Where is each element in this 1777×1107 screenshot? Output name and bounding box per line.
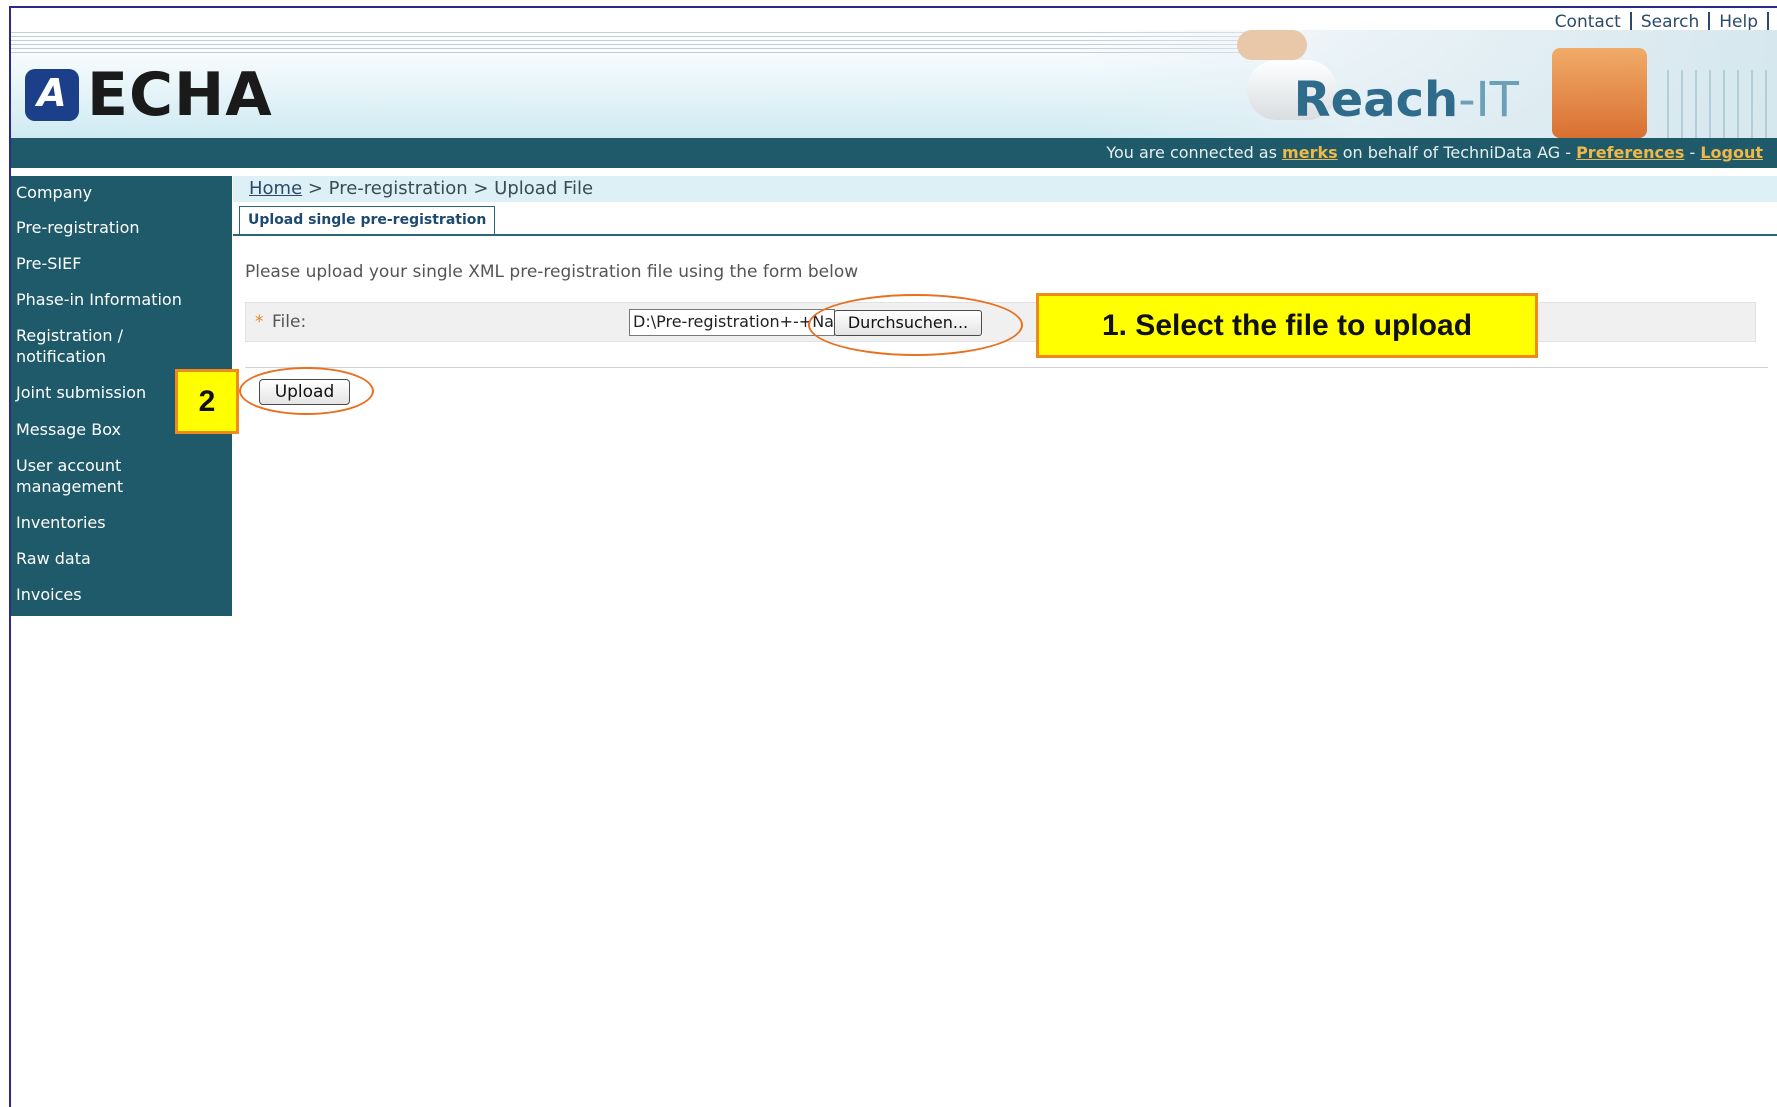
flask-image <box>1552 48 1647 138</box>
sidebar-item-inventories[interactable]: Inventories <box>11 512 106 533</box>
preferences-link[interactable]: Preferences <box>1576 143 1684 162</box>
highlight-oval-upload <box>239 367 374 415</box>
connection-prefix: You are connected as <box>1106 143 1277 162</box>
file-path-input[interactable]: D:\Pre-registration+-+Na <box>629 309 835 336</box>
required-marker: * <box>255 312 264 332</box>
sidebar-item-invoices[interactable]: Invoices <box>11 584 82 605</box>
sidebar-item-pre-sief[interactable]: Pre-SIEF <box>11 253 81 274</box>
banner-stripes <box>11 32 1261 56</box>
logout-link[interactable]: Logout <box>1700 143 1763 162</box>
contact-link[interactable]: Contact <box>1555 12 1621 32</box>
divider <box>1767 12 1769 30</box>
echa-emblem-icon: A <box>25 69 79 121</box>
connection-dash: - <box>1689 143 1696 162</box>
circuit-image <box>1667 70 1777 138</box>
sidebar-item-user-account-management[interactable]: User account management <box>11 455 123 497</box>
sidebar-item-message-box[interactable]: Message Box <box>11 419 121 440</box>
sidebar-item-raw-data[interactable]: Raw data <box>11 548 91 569</box>
hand-image <box>1237 30 1307 60</box>
sidebar-item-registration-notification[interactable]: Registration / notification <box>11 325 123 367</box>
user-link[interactable]: merks <box>1282 143 1338 162</box>
brand-name: Reach <box>1293 72 1459 128</box>
file-label: File: <box>272 312 307 332</box>
breadcrumb-rest: > Pre-registration > Upload File <box>302 178 594 199</box>
tab-upload-single-pre-registration[interactable]: Upload single pre-registration <box>239 206 496 235</box>
help-link[interactable]: Help <box>1719 12 1758 32</box>
sidebar-item-company[interactable]: Company <box>11 182 92 203</box>
form-divider <box>245 367 1768 368</box>
callout-step-2: 2 <box>175 369 239 434</box>
breadcrumb: Home > Pre-registration > Upload File <box>233 176 1777 202</box>
sidebar-item-phase-in-information[interactable]: Phase-in Information <box>11 289 182 310</box>
divider <box>1629 12 1632 30</box>
sidebar-item-pre-registration[interactable]: Pre-registration <box>11 217 140 238</box>
connection-bar: You are connected as merks on behalf of … <box>11 138 1777 168</box>
callout-step-1: 1. Select the file to upload <box>1036 293 1538 358</box>
divider <box>1708 12 1711 30</box>
tab-underline <box>233 234 1777 236</box>
search-link[interactable]: Search <box>1641 12 1699 32</box>
breadcrumb-home-link[interactable]: Home <box>249 178 302 199</box>
top-links: Contact Search Help <box>1555 12 1769 32</box>
logo-text: ECHA <box>87 60 273 130</box>
instructions-text: Please upload your single XML pre-regist… <box>245 262 859 282</box>
echa-logo: A ECHA <box>25 60 273 130</box>
highlight-oval-browse <box>808 294 1023 356</box>
sidebar-item-joint-submission[interactable]: Joint submission <box>11 382 146 403</box>
window-frame <box>9 6 1777 1107</box>
header-banner: A ECHA Reach-IT <box>11 30 1777 138</box>
reach-it-logo: Reach-IT <box>1294 72 1519 128</box>
brand-suffix: -IT <box>1458 72 1519 128</box>
connection-middle: on behalf of TechniData AG - <box>1342 143 1571 162</box>
